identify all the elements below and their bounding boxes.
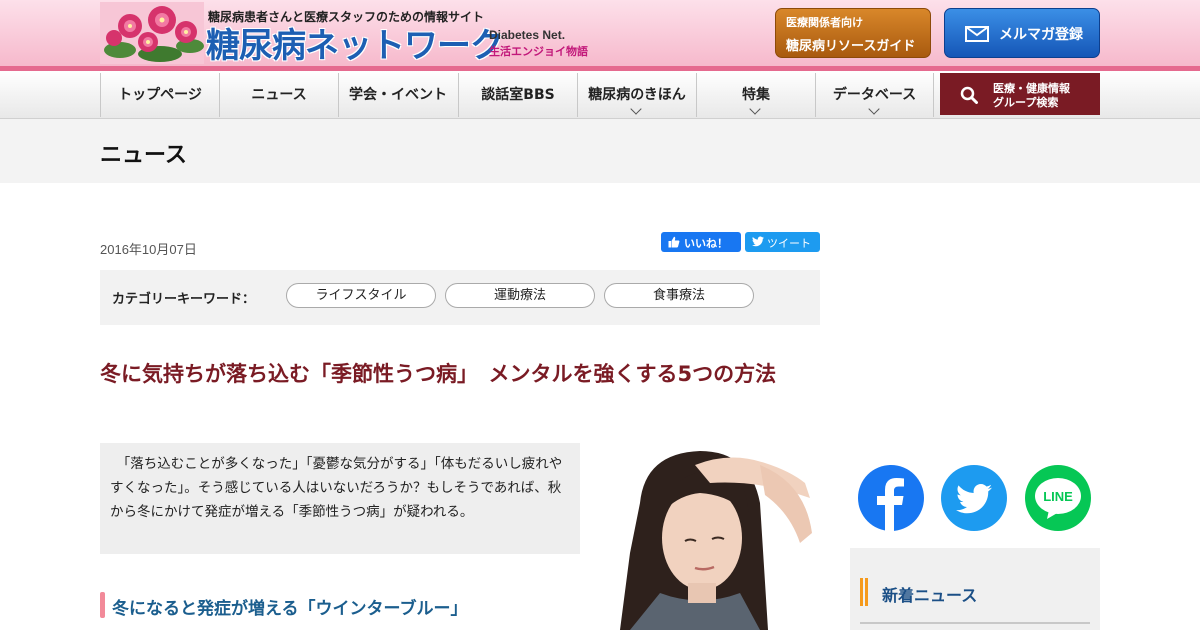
article-photo (600, 443, 820, 630)
twitter-share-button[interactable] (941, 465, 1007, 531)
resource-guide-caption: 医療関係者向け (786, 16, 863, 29)
site-subtitle: 生活エンジョイ物語 (489, 45, 588, 58)
category-label: カテゴリーキーワード： (112, 292, 256, 307)
article-date: 2016年10月07日 (100, 242, 197, 257)
nav-item-basics[interactable]: 糖尿病のきほん (577, 73, 696, 117)
nav-item-database[interactable]: データベース (815, 73, 934, 117)
facebook-icon (877, 478, 904, 531)
page-title: ニュース (100, 143, 187, 168)
nav-label: 糖尿病のきほん (588, 87, 686, 103)
nav-label: ニュース (251, 87, 307, 103)
group-search-label-2: グループ検索 (993, 96, 1059, 109)
nav-item-features[interactable]: 特集 (696, 73, 815, 117)
main-nav: トップページ ニュース 学会・イベント 談話室BBS 糖尿病のきほん 特集 デー… (0, 71, 1200, 119)
newsletter-button[interactable]: メルマガ登録 (944, 8, 1100, 58)
site-title-en: Diabetes Net. (489, 28, 566, 42)
logo-flower-icon[interactable] (100, 2, 204, 64)
chevron-down-icon (630, 103, 642, 115)
nav-label: トップページ (118, 87, 202, 103)
twitter-icon (956, 484, 992, 514)
nav-label: 学会・イベント (349, 87, 447, 103)
chevron-down-icon (868, 103, 880, 115)
article-headline: 冬に気持ちが落ち込む「季節性うつ病」 メンタルを強くする5つの方法 (100, 362, 777, 386)
resource-guide-label: 糖尿病リソースガイド (786, 39, 916, 54)
facebook-share-button[interactable] (858, 465, 924, 531)
mail-icon (965, 26, 989, 42)
section-title: 冬になると発症が増える「ウインターブルー」 (112, 599, 468, 619)
tweet-button[interactable]: ツイート (745, 232, 820, 252)
nav-label: データベース (832, 87, 917, 103)
chevron-down-icon (749, 103, 761, 115)
news-divider (860, 622, 1090, 624)
like-label: いいね！ (684, 237, 728, 250)
nav-item-events[interactable]: 学会・イベント (338, 73, 457, 117)
category-tag-lifestyle[interactable]: ライフスタイル (286, 283, 436, 308)
facebook-like-button[interactable]: いいね！ (661, 232, 741, 252)
nav-label: 特集 (742, 87, 770, 103)
line-icon: LINE (1035, 478, 1081, 519)
resource-guide-button[interactable]: 医療関係者向け 糖尿病リソースガイド (775, 8, 931, 58)
line-icon-label: LINE (1043, 489, 1073, 504)
group-search-button[interactable]: 医療・健康情報 グループ検索 (940, 73, 1100, 115)
nav-label: 談話室BBS (481, 87, 555, 103)
tweet-label: ツイート (767, 237, 811, 250)
category-tag-exercise[interactable]: 運動療法 (445, 283, 595, 308)
new-news-title: 新着ニュース (882, 586, 978, 605)
twitter-bird-icon (752, 236, 764, 247)
news-accent-bar (860, 578, 868, 606)
newsletter-label: メルマガ登録 (999, 27, 1083, 43)
thumbs-up-icon (668, 236, 680, 248)
nav-item-news[interactable]: ニュース (219, 73, 338, 117)
line-share-button[interactable]: LINE (1025, 465, 1091, 531)
article-lead: 「落ち込むことが多くなった」「憂鬱な気分がする」「体もだるいし疲れやすくなった」… (110, 456, 563, 520)
site-title[interactable]: 糖尿病ネットワーク (206, 18, 504, 67)
nav-item-bbs[interactable]: 談話室BBS (458, 73, 577, 117)
category-tag-diet[interactable]: 食事療法 (604, 283, 754, 308)
section-accent-bar (100, 592, 105, 618)
nav-item-top[interactable]: トップページ (100, 73, 219, 117)
search-icon (960, 86, 978, 104)
